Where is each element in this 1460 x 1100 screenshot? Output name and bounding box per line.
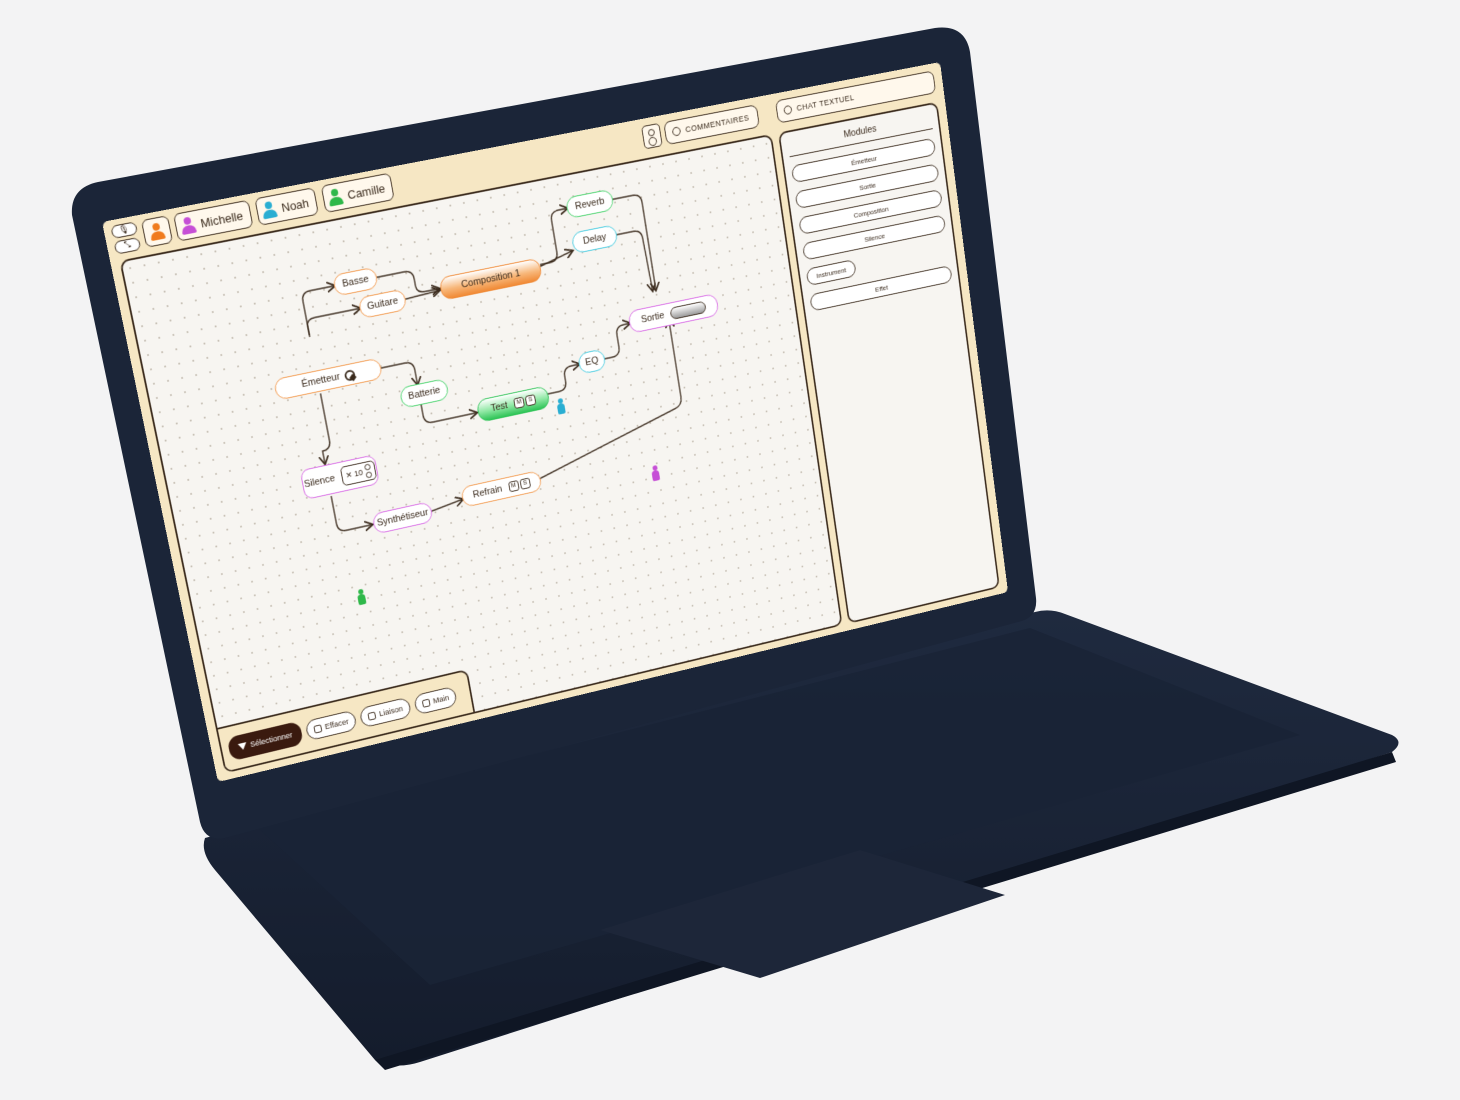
user-icon — [326, 187, 345, 208]
user-icon — [178, 215, 198, 236]
speaker-icon[interactable] — [641, 122, 663, 150]
node-label: Silence — [303, 473, 336, 491]
user-chip-michelle[interactable]: Michelle — [173, 199, 254, 242]
mute-button[interactable]: M — [513, 396, 525, 409]
user-icon — [147, 221, 167, 242]
hand-tool-button[interactable]: Main — [413, 685, 459, 716]
node-label: Basse — [341, 273, 370, 290]
mute-solo-controls: M S — [506, 477, 531, 493]
select-tool-button[interactable]: Sélectionner — [226, 720, 304, 762]
repeat-counter[interactable]: ✕ 10 — [339, 459, 378, 487]
node-label: Test — [490, 400, 509, 414]
audio-controls: 🎙 ⤡ — [110, 221, 143, 256]
stepper-icon[interactable] — [364, 463, 373, 480]
edge — [599, 323, 634, 359]
eraser-icon — [313, 723, 323, 734]
node-label: Refrain — [472, 483, 504, 501]
node-label: EQ — [584, 355, 600, 369]
collapse-icon[interactable]: ⤡ — [113, 236, 142, 255]
user-chip-noah[interactable]: Noah — [254, 187, 319, 226]
edge — [532, 208, 575, 264]
edge — [306, 308, 362, 337]
node-label: Guitare — [366, 295, 399, 313]
edge — [331, 489, 372, 532]
output-level-bar — [669, 300, 707, 320]
repeat-count: 10 — [353, 467, 364, 479]
pointer-icon — [237, 742, 248, 751]
mute-button[interactable]: M — [507, 480, 520, 493]
user-name: Noah — [280, 195, 310, 215]
emitter-icon — [344, 368, 356, 381]
comment-icon — [671, 126, 682, 137]
node-label: Reverb — [574, 195, 606, 213]
edge — [312, 393, 333, 463]
node-label: Batterie — [407, 384, 442, 402]
link-tool-button[interactable]: Liaison — [359, 696, 412, 729]
node-label: Émetteur — [300, 371, 341, 390]
edge — [616, 229, 653, 295]
mute-solo-controls: M S — [512, 394, 537, 409]
chat-icon — [783, 104, 793, 116]
tool-label: Main — [432, 693, 450, 706]
edge — [612, 194, 656, 296]
tool-label: Liaison — [378, 704, 404, 719]
comments-label: COMMENTAIRES — [684, 113, 750, 135]
tool-label: Effacer — [324, 717, 350, 732]
node-label: Delay — [582, 231, 608, 247]
module-instrument[interactable]: Instrument — [805, 259, 857, 287]
solo-button[interactable]: S — [524, 394, 537, 407]
laptop: 🎙 ⤡ Michelle Noah Camille COMMENTAIRES C… — [0, 0, 1460, 1100]
self-avatar[interactable] — [140, 215, 174, 248]
solo-button[interactable]: S — [519, 477, 531, 490]
chat-label: CHAT TEXTUEL — [796, 92, 855, 113]
node-label: Sortie — [640, 310, 666, 326]
user-name: Camille — [346, 180, 387, 202]
user-icon — [260, 199, 279, 220]
edge — [429, 499, 463, 511]
tool-label: Sélectionner — [249, 730, 294, 749]
link-icon — [367, 711, 377, 721]
edge — [543, 364, 583, 394]
edge — [539, 251, 574, 266]
microphone-icon[interactable]: 🎙 — [110, 221, 139, 240]
hand-icon — [421, 698, 431, 708]
erase-tool-button[interactable]: Effacer — [304, 709, 358, 742]
user-name: Michelle — [199, 208, 245, 230]
user-chip-camille[interactable]: Camille — [320, 172, 395, 214]
